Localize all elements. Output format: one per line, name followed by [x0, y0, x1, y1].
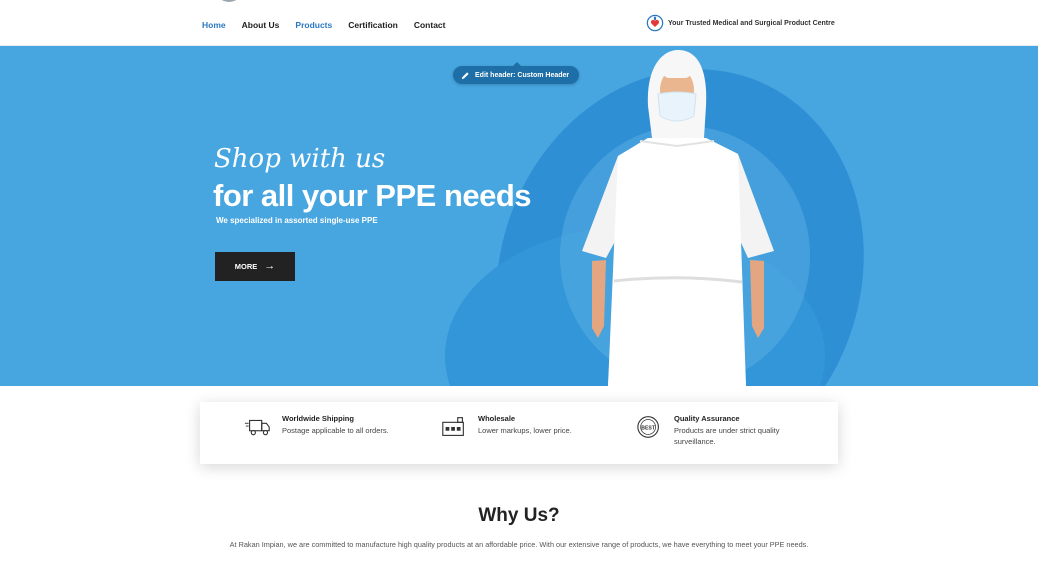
main-nav: Home About Us Products Certification Con…	[202, 20, 445, 30]
truck-icon	[244, 419, 270, 436]
arrow-right-icon: →	[264, 260, 276, 272]
edit-header-label: Edit header: Custom Header	[475, 71, 570, 79]
warehouse-icon	[442, 417, 464, 436]
feature-desc: Postage applicable to all orders.	[282, 426, 389, 435]
tagline-text: Your Trusted Medical and Surgical Produc…	[668, 19, 835, 27]
nav-products[interactable]: Products	[295, 20, 332, 30]
why-us-text: At Rakan Impian, we are committed to man…	[229, 540, 809, 549]
edit-header-button[interactable]: Edit header: Custom Header	[453, 62, 580, 84]
site-header: Home About Us Products Certification Con…	[0, 0, 1038, 46]
hero-banner: Edit header: Custom Header Shop with us …	[0, 46, 1038, 386]
nav-contact[interactable]: Contact	[414, 20, 446, 30]
feature-title: Worldwide Shipping	[282, 414, 354, 423]
pencil-icon	[461, 71, 469, 79]
brand-tagline: Your Trusted Medical and Surgical Produc…	[646, 14, 835, 32]
feature-item: BEST Quality Assurance Products are unde…	[636, 414, 804, 447]
feature-item: Worldwide Shipping Postage applicable to…	[244, 414, 412, 440]
best-badge-icon: BEST	[637, 416, 659, 438]
logo[interactable]	[215, 0, 243, 2]
feature-title: Wholesale	[478, 414, 516, 423]
feature-title: Quality Assurance	[674, 414, 740, 423]
hero-headline: for all your PPE needs	[213, 178, 532, 213]
hero-subline: We specialized in assorted single-use PP…	[216, 216, 378, 225]
hero-script-text: Shop with us	[214, 144, 386, 174]
feature-desc: Products are under strict quality survei…	[674, 426, 780, 446]
badge-text: BEST	[641, 425, 656, 431]
more-button-label: MORE	[234, 262, 258, 271]
nav-certification[interactable]: Certification	[348, 20, 398, 30]
nav-home[interactable]: Home	[202, 20, 226, 30]
feature-item: Wholesale Lower markups, lower price.	[440, 414, 608, 440]
why-us-heading: Why Us?	[478, 505, 560, 526]
feature-desc: Lower markups, lower price.	[478, 426, 572, 435]
nav-about-us[interactable]: About Us	[242, 20, 280, 30]
features-card: Worldwide Shipping Postage applicable to…	[200, 402, 838, 464]
more-button[interactable]: MORE →	[215, 252, 295, 281]
medical-heart-icon	[646, 14, 664, 32]
ppe-mannequin-image	[582, 50, 774, 386]
